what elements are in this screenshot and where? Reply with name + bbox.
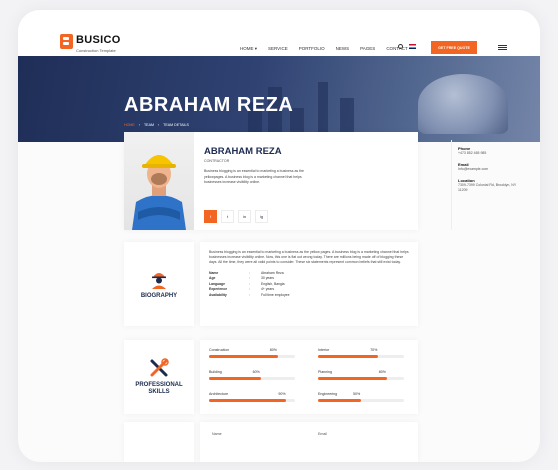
skill-percent: 90% bbox=[278, 392, 286, 396]
skill-bar-fill bbox=[318, 377, 387, 380]
biography-card: Business blogging is an essential to mar… bbox=[200, 242, 418, 326]
nav-icons bbox=[398, 44, 416, 49]
instagram-icon[interactable]: ig bbox=[255, 210, 268, 223]
skill-item: Architecture 90% bbox=[209, 392, 295, 402]
facebook-icon[interactable]: f bbox=[204, 210, 217, 223]
skill-item: Interior 70% bbox=[318, 348, 404, 358]
skills-side-card: PROFESSIONAL SKILLS bbox=[124, 340, 194, 414]
tools-icon bbox=[150, 358, 169, 377]
main-nav: HOME ▾ SERVICE PORTFOLIO NEWS PAGES CONT… bbox=[240, 46, 419, 52]
skill-bar-fill bbox=[318, 399, 361, 402]
skill-bar bbox=[209, 355, 295, 358]
email-value[interactable]: Info@example.com bbox=[458, 167, 521, 172]
profile-photo bbox=[124, 132, 194, 230]
nav-item-portfolio[interactable]: PORTFOLIO bbox=[299, 46, 325, 52]
skill-percent: 50% bbox=[353, 392, 361, 396]
get-quote-button[interactable]: GET FREE QUOTE bbox=[431, 41, 477, 54]
nav-item-news[interactable]: NEWS bbox=[336, 46, 350, 52]
site-header: BUSICO Construction Template HOME ▾ SERV… bbox=[18, 10, 540, 56]
biography-title: BIOGRAPHY bbox=[140, 292, 178, 299]
skill-item: Construction 80% bbox=[209, 348, 295, 358]
skill-name: Interior bbox=[318, 348, 330, 352]
nav-item-home[interactable]: HOME ▾ bbox=[240, 46, 257, 52]
brand-tagline: Construction Template bbox=[76, 48, 116, 53]
skills-title: PROFESSIONAL SKILLS bbox=[135, 382, 183, 395]
linkedin-icon[interactable]: in bbox=[238, 210, 251, 223]
email-field-label: Email bbox=[318, 432, 327, 436]
profile-name: ABRAHAM REZA bbox=[204, 146, 282, 157]
menu-icon[interactable] bbox=[498, 45, 507, 50]
biography-side-card: BIOGRAPHY bbox=[124, 242, 194, 326]
profile-card: ABRAHAM REZA CONTRACTOR Business bloggin… bbox=[124, 132, 516, 230]
skill-percent: 60% bbox=[252, 370, 260, 374]
page-title: ABRAHAM REZA bbox=[124, 94, 294, 116]
skill-bar-fill bbox=[209, 399, 287, 402]
skill-item: Building 60% bbox=[209, 370, 295, 380]
skill-bar bbox=[318, 399, 404, 402]
skill-percent: 80% bbox=[269, 348, 277, 352]
skill-bar bbox=[209, 399, 295, 402]
info-list: Name: Abraham Reza Age:30 years Language:… bbox=[209, 271, 409, 299]
worker-icon bbox=[152, 272, 166, 289]
breadcrumb-home[interactable]: HOME bbox=[124, 123, 135, 127]
page-frame: BUSICO Construction Template HOME ▾ SERV… bbox=[18, 10, 540, 462]
logo-icon bbox=[60, 34, 73, 49]
location-value: 7309-7399 Colonial Rd, Brooklyn, NY 1120… bbox=[458, 183, 517, 192]
phone-value[interactable]: +473 852 465 985 bbox=[458, 151, 521, 156]
flag-icon[interactable] bbox=[409, 44, 416, 49]
helmet-image bbox=[418, 74, 508, 134]
skill-name: Engineering bbox=[318, 392, 338, 396]
skill-bar-fill bbox=[209, 377, 261, 380]
skill-percent: 80% bbox=[378, 370, 386, 374]
profile-intro: Business blogging is an essential to mar… bbox=[204, 169, 305, 184]
breadcrumb-team[interactable]: TEAM bbox=[144, 123, 154, 127]
logo[interactable]: BUSICO Construction Template bbox=[60, 30, 121, 53]
skill-name: Architecture bbox=[209, 392, 229, 396]
skill-bar bbox=[318, 377, 404, 380]
breadcrumb-separator: › bbox=[138, 123, 140, 127]
breadcrumb-current: TEAM DETAILS bbox=[163, 123, 189, 127]
breadcrumb: HOME › TEAM › TEAM DETAILS bbox=[124, 123, 189, 127]
nav-item-service[interactable]: SERVICE bbox=[268, 46, 288, 52]
skill-name: Planning bbox=[318, 370, 332, 374]
search-icon[interactable] bbox=[398, 44, 403, 49]
profile-role: CONTRACTOR bbox=[204, 159, 230, 163]
info-value: Full time employee bbox=[261, 292, 290, 297]
skill-item: Planning 80% bbox=[318, 370, 404, 380]
skills-card: Construction 80% Interior 70% Building 60% Pla… bbox=[200, 340, 418, 414]
brand-name: BUSICO bbox=[76, 34, 121, 46]
skill-bar bbox=[318, 355, 404, 358]
skill-name: Building bbox=[209, 370, 222, 374]
skill-bar bbox=[209, 377, 295, 380]
biography-text: Business blogging is an essential to mar… bbox=[209, 250, 409, 265]
name-field-label: Name bbox=[212, 432, 222, 436]
skill-bar-fill bbox=[318, 355, 379, 358]
skill-name: Construction bbox=[209, 348, 230, 352]
skill-bar-fill bbox=[209, 355, 278, 358]
contact-form-card: Name Email bbox=[200, 422, 418, 462]
skill-item: Engineering 50% bbox=[318, 392, 404, 402]
social-links: f t in ig bbox=[204, 210, 268, 223]
skill-percent: 70% bbox=[370, 348, 378, 352]
contact-form-side-card bbox=[124, 422, 194, 462]
contact-info: Phone +473 852 465 985 Email Info@exampl… bbox=[451, 140, 521, 230]
info-key: Availability bbox=[209, 292, 227, 297]
twitter-icon[interactable]: t bbox=[221, 210, 234, 223]
hero-banner: ABRAHAM REZA HOME › TEAM › TEAM DETAILS bbox=[18, 56, 540, 142]
nav-item-pages[interactable]: PAGES bbox=[360, 46, 375, 52]
info-row: Availability: Full time employee bbox=[209, 292, 290, 297]
breadcrumb-separator: › bbox=[157, 123, 160, 127]
